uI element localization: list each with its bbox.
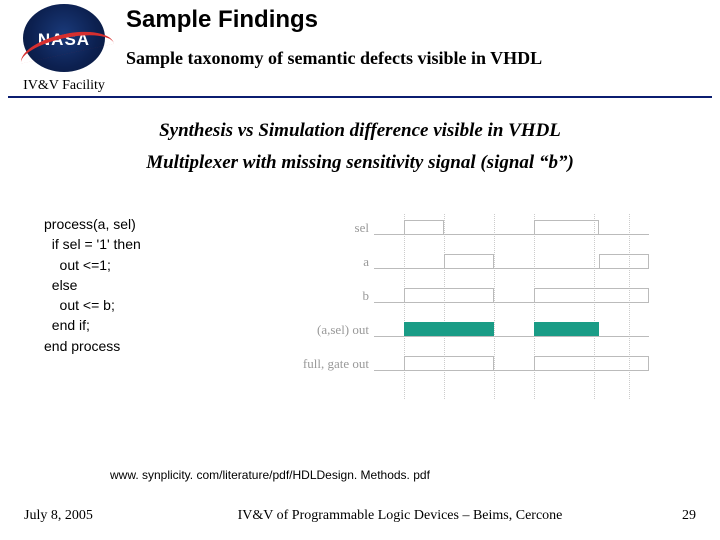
emphasis-line-1: Synthesis vs Simulation difference visib… — [24, 120, 696, 142]
signal-label-a: a — [279, 254, 369, 270]
wave-b — [374, 286, 649, 308]
title-column: Sample Findings Sample taxonomy of seman… — [120, 4, 712, 69]
emphasis-line-2: Multiplexer with missing sensitivity sig… — [24, 152, 696, 174]
ivv-facility-label: IV&V Facility — [23, 78, 105, 94]
slide-title: Sample Findings — [126, 6, 712, 34]
footer-center: IV&V of Programmable Logic Devices – Bei… — [164, 508, 636, 524]
content-row: process(a, sel) if sel = '1' then out <=… — [24, 214, 696, 399]
wave-sel — [374, 218, 649, 240]
footer: July 8, 2005 IV&V of Programmable Logic … — [0, 508, 720, 524]
body: Synthesis vs Simulation difference visib… — [0, 120, 720, 399]
footer-date: July 8, 2005 — [24, 508, 164, 524]
signal-label-b: b — [279, 288, 369, 304]
wave-a — [374, 252, 649, 274]
wave-asel-out — [374, 320, 649, 342]
vhdl-code-block: process(a, sel) if sel = '1' then out <=… — [24, 214, 304, 356]
timing-diagram: sel a b (a,sel) out — [304, 214, 664, 399]
header-divider — [8, 96, 712, 98]
wave-full-out — [374, 354, 649, 376]
nasa-logo: NASA — [23, 4, 105, 72]
signal-label-sel: sel — [279, 220, 369, 236]
citation-url: www. synplicity. com/literature/pdf/HDLD… — [110, 468, 430, 482]
logo-column: NASA IV&V Facility — [8, 4, 120, 94]
nasa-logo-text: NASA — [23, 30, 105, 50]
header: NASA IV&V Facility Sample Findings Sampl… — [0, 0, 720, 94]
signal-label-full-out: full, gate out — [279, 356, 369, 372]
signal-label-asel-out: (a,sel) out — [279, 322, 369, 338]
slide-subtitle: Sample taxonomy of semantic defects visi… — [126, 48, 712, 69]
footer-page-number: 29 — [636, 508, 696, 524]
